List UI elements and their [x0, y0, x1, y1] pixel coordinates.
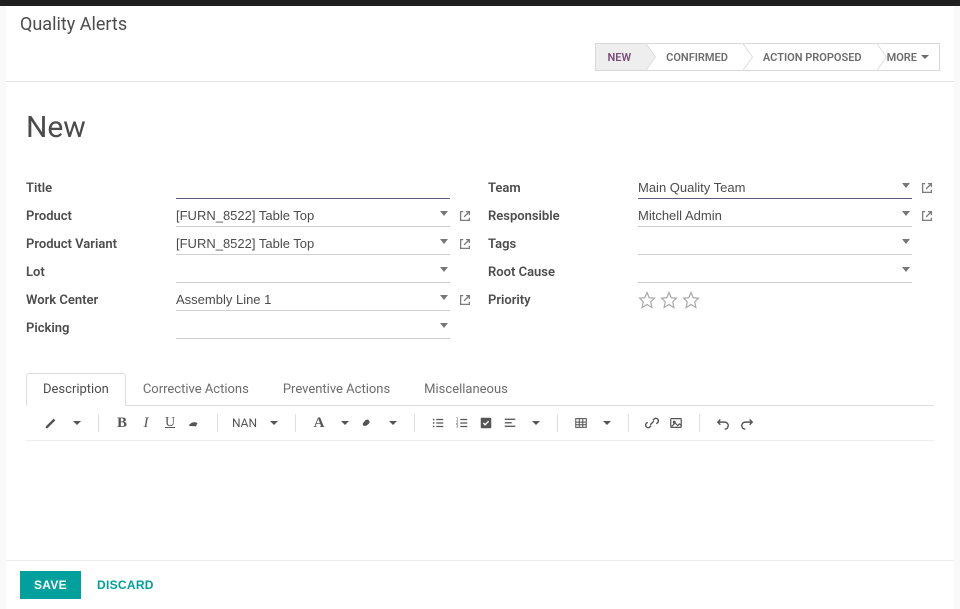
discard-button[interactable]: DISCARD: [91, 577, 160, 593]
link-button[interactable]: [641, 412, 663, 434]
external-link-icon[interactable]: [458, 209, 472, 223]
product-variant-input[interactable]: [176, 233, 450, 255]
responsible-input[interactable]: [638, 205, 912, 227]
star-icon[interactable]: [682, 291, 700, 309]
ordered-list-button[interactable]: 123: [451, 412, 473, 434]
caret-down-icon[interactable]: [64, 412, 86, 434]
external-link-icon[interactable]: [458, 237, 472, 251]
font-color-button[interactable]: A: [308, 412, 330, 434]
star-icon[interactable]: [638, 291, 656, 309]
style-dropdown[interactable]: [40, 412, 62, 434]
status-step-label: ACTION PROPOSED: [763, 51, 862, 64]
notebook-tabs: Description Corrective Actions Preventiv…: [26, 373, 934, 406]
team-input[interactable]: [638, 177, 912, 199]
caret-down-icon[interactable]: [332, 412, 354, 434]
font-size-dropdown[interactable]: NAN: [230, 416, 259, 430]
label-root-cause: Root Cause: [488, 265, 638, 280]
image-button[interactable]: [665, 412, 687, 434]
italic-button[interactable]: I: [135, 412, 157, 434]
align-dropdown[interactable]: [499, 412, 521, 434]
title-input[interactable]: [176, 177, 450, 199]
unordered-list-button[interactable]: [427, 412, 449, 434]
checklist-button[interactable]: [475, 412, 497, 434]
table-dropdown[interactable]: [570, 412, 592, 434]
label-team: Team: [488, 181, 638, 196]
status-step-label: CONFIRMED: [666, 51, 728, 64]
tab-corrective-actions[interactable]: Corrective Actions: [126, 373, 266, 406]
caret-down-icon[interactable]: [380, 412, 402, 434]
caret-down-icon[interactable]: [261, 412, 283, 434]
bold-button[interactable]: B: [111, 412, 133, 434]
tab-miscellaneous[interactable]: Miscellaneous: [407, 373, 525, 406]
status-bar: NEW CONFIRMED ACTION PROPOSED MORE: [6, 35, 954, 82]
label-priority: Priority: [488, 293, 638, 308]
caret-down-icon[interactable]: [523, 412, 545, 434]
lot-input[interactable]: [176, 261, 450, 283]
undo-button[interactable]: [712, 412, 734, 434]
svg-text:3: 3: [456, 424, 459, 429]
tab-preventive-actions[interactable]: Preventive Actions: [266, 373, 407, 406]
tab-description[interactable]: Description: [26, 373, 126, 406]
product-input[interactable]: [176, 205, 450, 227]
status-step-label: NEW: [608, 51, 632, 64]
caret-down-icon[interactable]: [594, 412, 616, 434]
label-work-center: Work Center: [26, 293, 176, 308]
status-step-action-proposed[interactable]: ACTION PROPOSED: [742, 43, 877, 71]
label-product: Product: [26, 209, 176, 224]
tags-input[interactable]: [638, 233, 912, 255]
priority-stars: [638, 291, 700, 309]
description-editor[interactable]: [26, 441, 934, 561]
status-more-label: MORE: [887, 51, 917, 64]
label-product-variant: Product Variant: [26, 237, 176, 252]
background-color-button[interactable]: [356, 412, 378, 434]
star-icon[interactable]: [660, 291, 678, 309]
label-tags: Tags: [488, 237, 638, 252]
external-link-icon[interactable]: [920, 209, 934, 223]
record-title: New: [26, 110, 934, 145]
save-button[interactable]: SAVE: [20, 571, 81, 599]
label-lot: Lot: [26, 265, 176, 280]
label-title: Title: [26, 181, 176, 196]
caret-down-icon: [921, 55, 929, 59]
status-step-confirmed[interactable]: CONFIRMED: [645, 43, 743, 71]
external-link-icon[interactable]: [920, 181, 934, 195]
external-link-icon[interactable]: [458, 293, 472, 307]
underline-button[interactable]: U: [159, 412, 181, 434]
status-step-new[interactable]: NEW: [595, 43, 647, 71]
remove-format-button[interactable]: [183, 412, 205, 434]
redo-button[interactable]: [736, 412, 758, 434]
picking-input[interactable]: [176, 317, 450, 339]
root-cause-input[interactable]: [638, 261, 912, 283]
editor-toolbar: B I U NAN A: [26, 406, 934, 441]
work-center-input[interactable]: [176, 289, 450, 311]
breadcrumb-title[interactable]: Quality Alerts: [20, 14, 127, 35]
label-picking: Picking: [26, 321, 176, 336]
label-responsible: Responsible: [488, 209, 638, 224]
